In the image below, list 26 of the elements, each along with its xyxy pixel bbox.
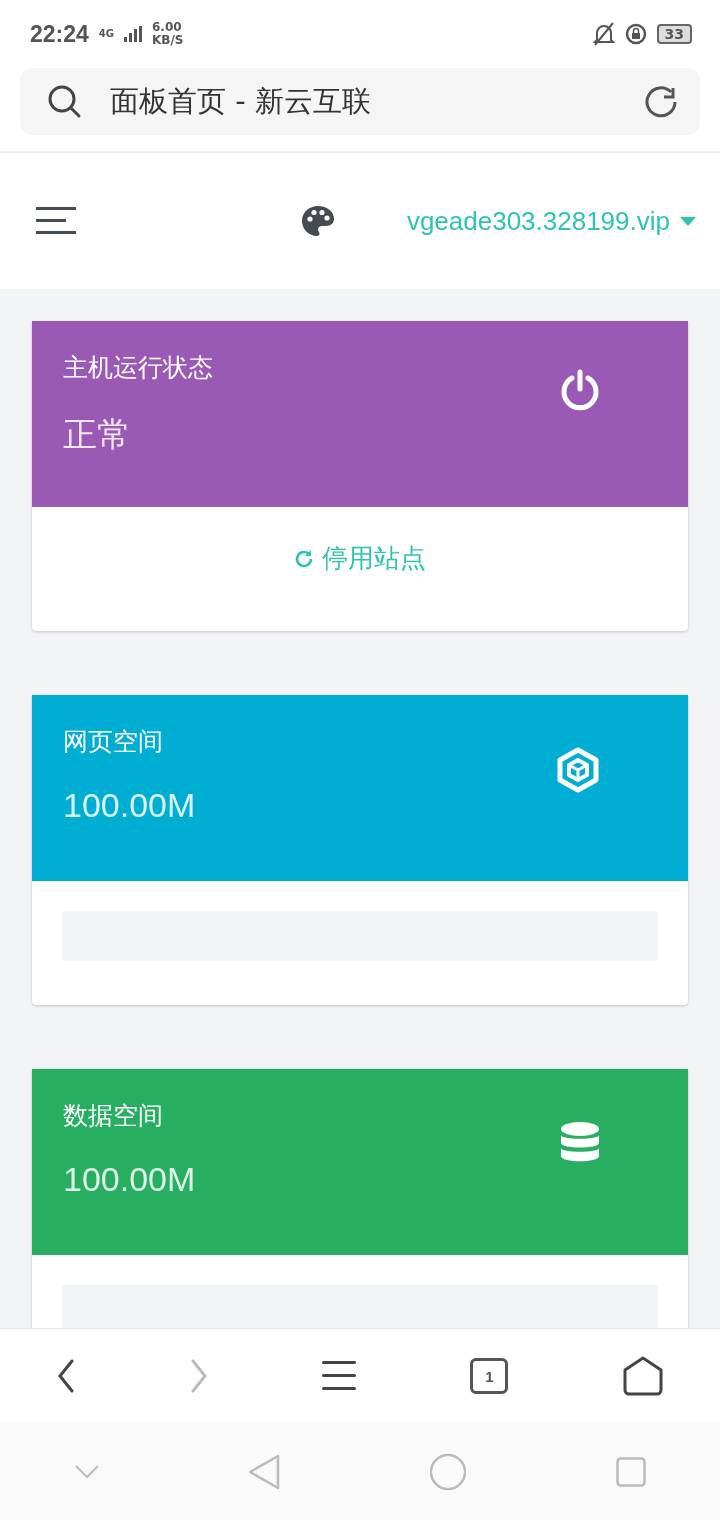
card-value: 100.00M [63,786,196,825]
network-speed: 6.00 [152,21,183,34]
card-title: 数据空间 [63,1100,164,1132]
menu-icon[interactable] [36,206,76,236]
card-value: 100.00M [63,1160,196,1199]
refresh-icon [294,548,314,569]
cube-icon [556,747,600,793]
rotation-lock-icon [624,23,647,45]
back-button[interactable] [57,1359,76,1393]
menu-button[interactable] [321,1360,356,1392]
bell-off-icon [592,22,615,46]
tabs-button[interactable]: 1 [470,1358,509,1394]
address-bar[interactable]: 面板首页 - 新云互联 [20,68,700,135]
network-type: 4G [98,29,114,39]
battery-level: 33 [656,24,692,44]
clock: 22:24 [30,20,89,48]
page-title: 面板首页 - 新云互联 [110,82,372,120]
power-icon [560,369,600,411]
card-value: 正常 [63,414,132,455]
signal-icon [124,26,142,42]
search-icon [48,84,82,119]
card-title: 网页空间 [63,726,164,758]
card-title: 主机运行状态 [63,352,213,384]
home-button[interactable] [622,1356,663,1396]
speed-unit: KB/S [152,34,184,47]
palette-icon[interactable] [300,205,335,237]
